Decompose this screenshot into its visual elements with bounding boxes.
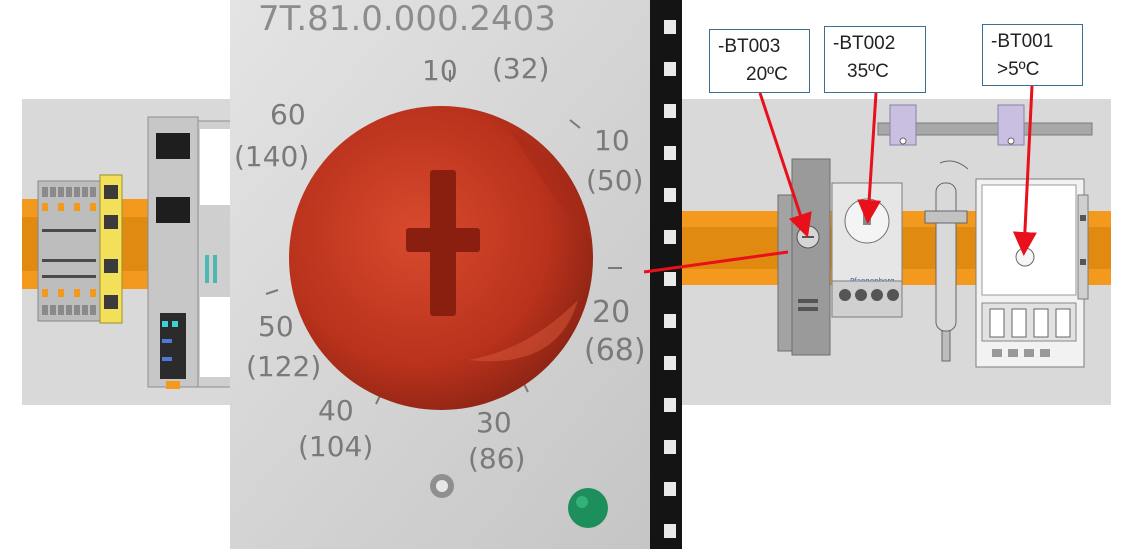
dial-mark-68f: (68): [584, 333, 646, 368]
dial-mark-40c: 40: [318, 394, 354, 427]
callout-bt002: -BT002 35ºC: [824, 26, 926, 93]
thermostat-drawing: Pfannenberg: [682, 104, 1111, 368]
dial-mark-30c: 30: [476, 406, 512, 439]
dial-mark-50f: (50): [586, 164, 643, 197]
dial-mark-140f: (140): [234, 140, 309, 173]
dial-mark-122f: (122): [246, 350, 321, 383]
callout-bt001-tag: -BT001: [991, 31, 1054, 52]
dial-mark-10c: 10: [422, 54, 458, 87]
callout-bt003-value: 20ºC: [746, 64, 788, 85]
dial-mark-50c: 50: [258, 310, 294, 343]
callout-bt003-tag: -BT003: [718, 36, 781, 57]
callout-bt002-value: 35ºC: [847, 61, 889, 82]
callout-bt001-value: >5ºC: [997, 59, 1040, 80]
callout-bt001: -BT001 >5ºC: [982, 24, 1083, 86]
left-panel-terminal-blocks: [22, 99, 232, 405]
dial-mark-86f: (86): [468, 442, 525, 475]
thermostat-dial-photo: 7T.81.0.000.2403 10 (32) 10 (50) 20 (68)…: [230, 0, 682, 549]
callout-bt003: -BT003 20ºC: [709, 29, 810, 93]
part-number-text: 7T.81.0.000.2403: [258, 0, 556, 39]
dial-mark-10c-right: 10: [594, 124, 630, 157]
callout-bt002-tag: -BT002: [833, 33, 896, 54]
dial-mark-60c: 60: [270, 98, 306, 131]
dial-mark-32f: (32): [492, 52, 549, 85]
terminal-block-drawing: [22, 116, 232, 389]
right-panel-thermostats: Pfannenberg: [682, 99, 1111, 405]
dial-closeup: 7T.81.0.000.2403 10 (32) 10 (50) 20 (68)…: [230, 0, 682, 549]
dial-mark-104f: (104): [298, 430, 373, 463]
dial-mark-20c: 20: [592, 295, 630, 330]
